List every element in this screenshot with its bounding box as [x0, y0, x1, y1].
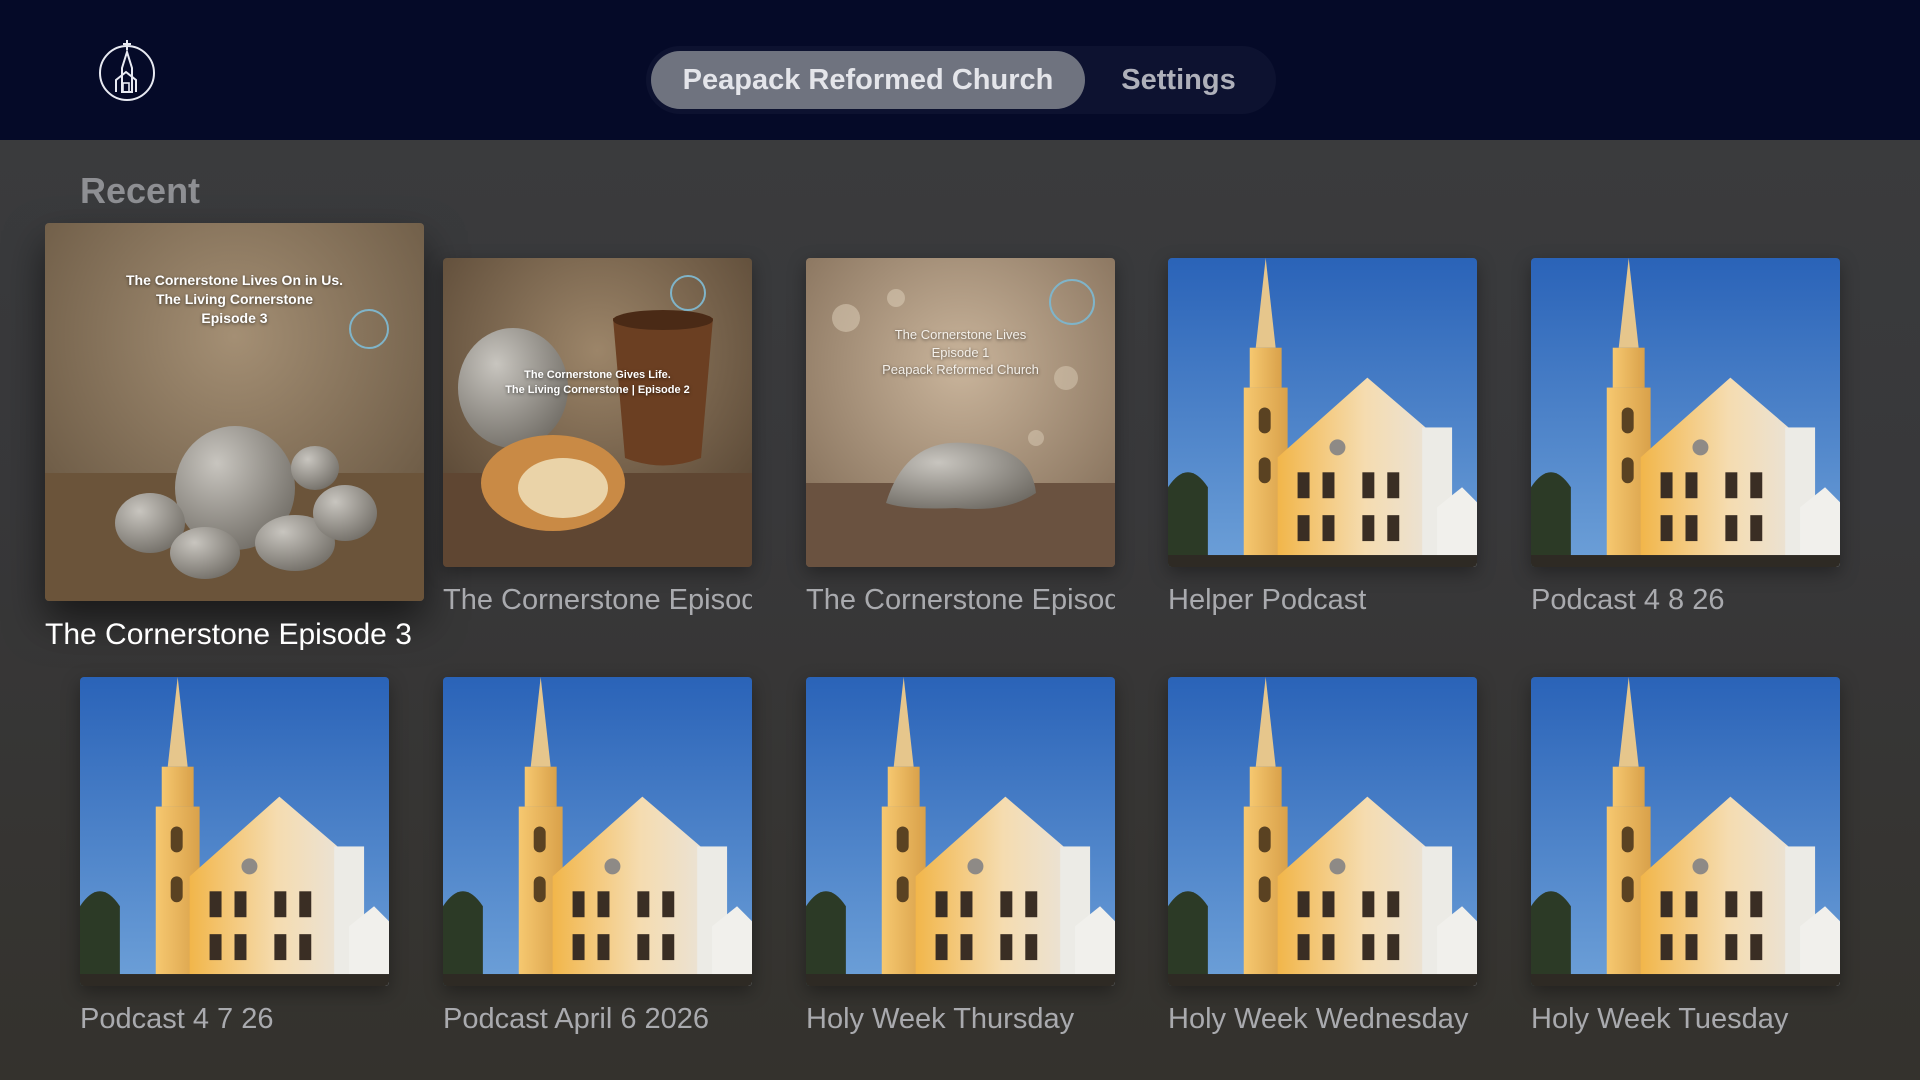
top-tab-bar: Peapack Reformed Church Settings — [646, 46, 1276, 114]
episode-title: The Cornerstone Episode 3 — [45, 618, 412, 651]
episode-1-art-text: The Cornerstone Lives Episode 1 Peapack Re… — [882, 327, 1039, 378]
episode-2-art-text: The Cornerstone Gives Life. The Living Co… — [505, 369, 690, 396]
podcast-tile-holy-week-thursday[interactable] — [806, 677, 1115, 986]
episode-tile-cornerstone-2[interactable]: The Cornerstone Gives Life. The Living Co… — [443, 258, 752, 567]
episode-title: Holy Week Wednesday — [1168, 1003, 1469, 1035]
podcast-tile-april-6-2026[interactable] — [443, 677, 752, 986]
episode-title: The Cornerstone Episode 2 — [443, 584, 752, 616]
podcast-tile-holy-week-tuesday[interactable] — [1531, 677, 1840, 986]
episode-3-art-text: The Cornerstone Lives On in Us. The Livin… — [125, 272, 344, 326]
podcast-tile-4-7-26[interactable] — [80, 677, 389, 986]
tab-settings[interactable]: Settings — [1086, 51, 1271, 109]
episode-tile-cornerstone-1[interactable]: The Cornerstone Lives Episode 1 Peapack Re… — [806, 258, 1115, 567]
podcast-tile-holy-week-wednesday[interactable] — [1168, 677, 1477, 986]
section-title-recent: Recent — [80, 170, 201, 211]
episode-title: Podcast 4 7 26 — [80, 1003, 274, 1035]
tab-peapack-reformed-church[interactable]: Peapack Reformed Church — [651, 51, 1085, 109]
podcast-tile-4-8-26[interactable] — [1531, 258, 1840, 567]
podcast-tile-helper[interactable] — [1168, 258, 1477, 567]
church-logo-icon — [96, 38, 158, 102]
episode-title: Holy Week Thursday — [806, 1003, 1075, 1035]
episode-title: Podcast April 6 2026 — [443, 1003, 710, 1035]
top-bar: Peapack Reformed Church Settings — [0, 0, 1920, 140]
episode-title: The Cornerstone Episode 1 — [806, 584, 1115, 616]
episode-tile-cornerstone-3[interactable]: The Cornerstone Lives On in Us. The Livin… — [45, 223, 424, 601]
episode-title: Helper Podcast — [1168, 584, 1367, 616]
episode-title: Holy Week Tuesday — [1531, 1003, 1789, 1035]
episode-title: Podcast 4 8 26 — [1531, 584, 1725, 616]
